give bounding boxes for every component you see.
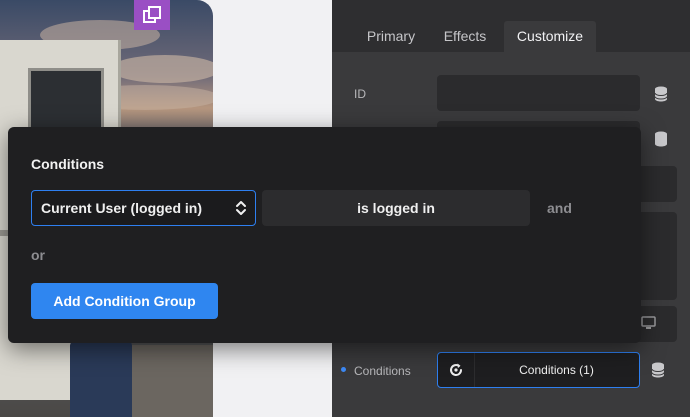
conditions-button[interactable]: Conditions (1)	[437, 352, 640, 388]
condition-subject-select[interactable]: Current User (logged in)	[31, 190, 256, 226]
chevron-updown-icon	[236, 201, 246, 215]
conditions-refresh-icon[interactable]	[438, 353, 475, 387]
id-input[interactable]	[437, 75, 640, 111]
desktop-icon[interactable]	[641, 316, 656, 330]
database-icon[interactable]	[651, 362, 665, 378]
copy-layers-icon[interactable]	[134, 0, 170, 30]
modified-indicator-dot	[341, 367, 346, 372]
tab-primary[interactable]: Primary	[354, 21, 428, 52]
database-icon[interactable]	[654, 86, 668, 102]
and-label[interactable]: and	[547, 200, 572, 216]
person-figure	[70, 340, 132, 417]
database-icon[interactable]	[654, 131, 668, 147]
tab-effects[interactable]: Effects	[430, 21, 500, 52]
id-label: ID	[354, 87, 366, 101]
conditions-label: Conditions	[354, 364, 411, 378]
condition-operator[interactable]: is logged in	[262, 190, 530, 226]
add-condition-group-button[interactable]: Add Condition Group	[31, 283, 218, 319]
condition-subject-value: Current User (logged in)	[41, 200, 203, 216]
conditions-popup: Conditions Current User (logged in) is l…	[8, 127, 641, 343]
conditions-button-label: Conditions (1)	[519, 363, 594, 377]
or-label: or	[31, 247, 45, 263]
tab-bar: Primary Effects Customize	[332, 0, 690, 52]
tab-customize[interactable]: Customize	[504, 21, 596, 52]
popup-title: Conditions	[31, 156, 105, 172]
